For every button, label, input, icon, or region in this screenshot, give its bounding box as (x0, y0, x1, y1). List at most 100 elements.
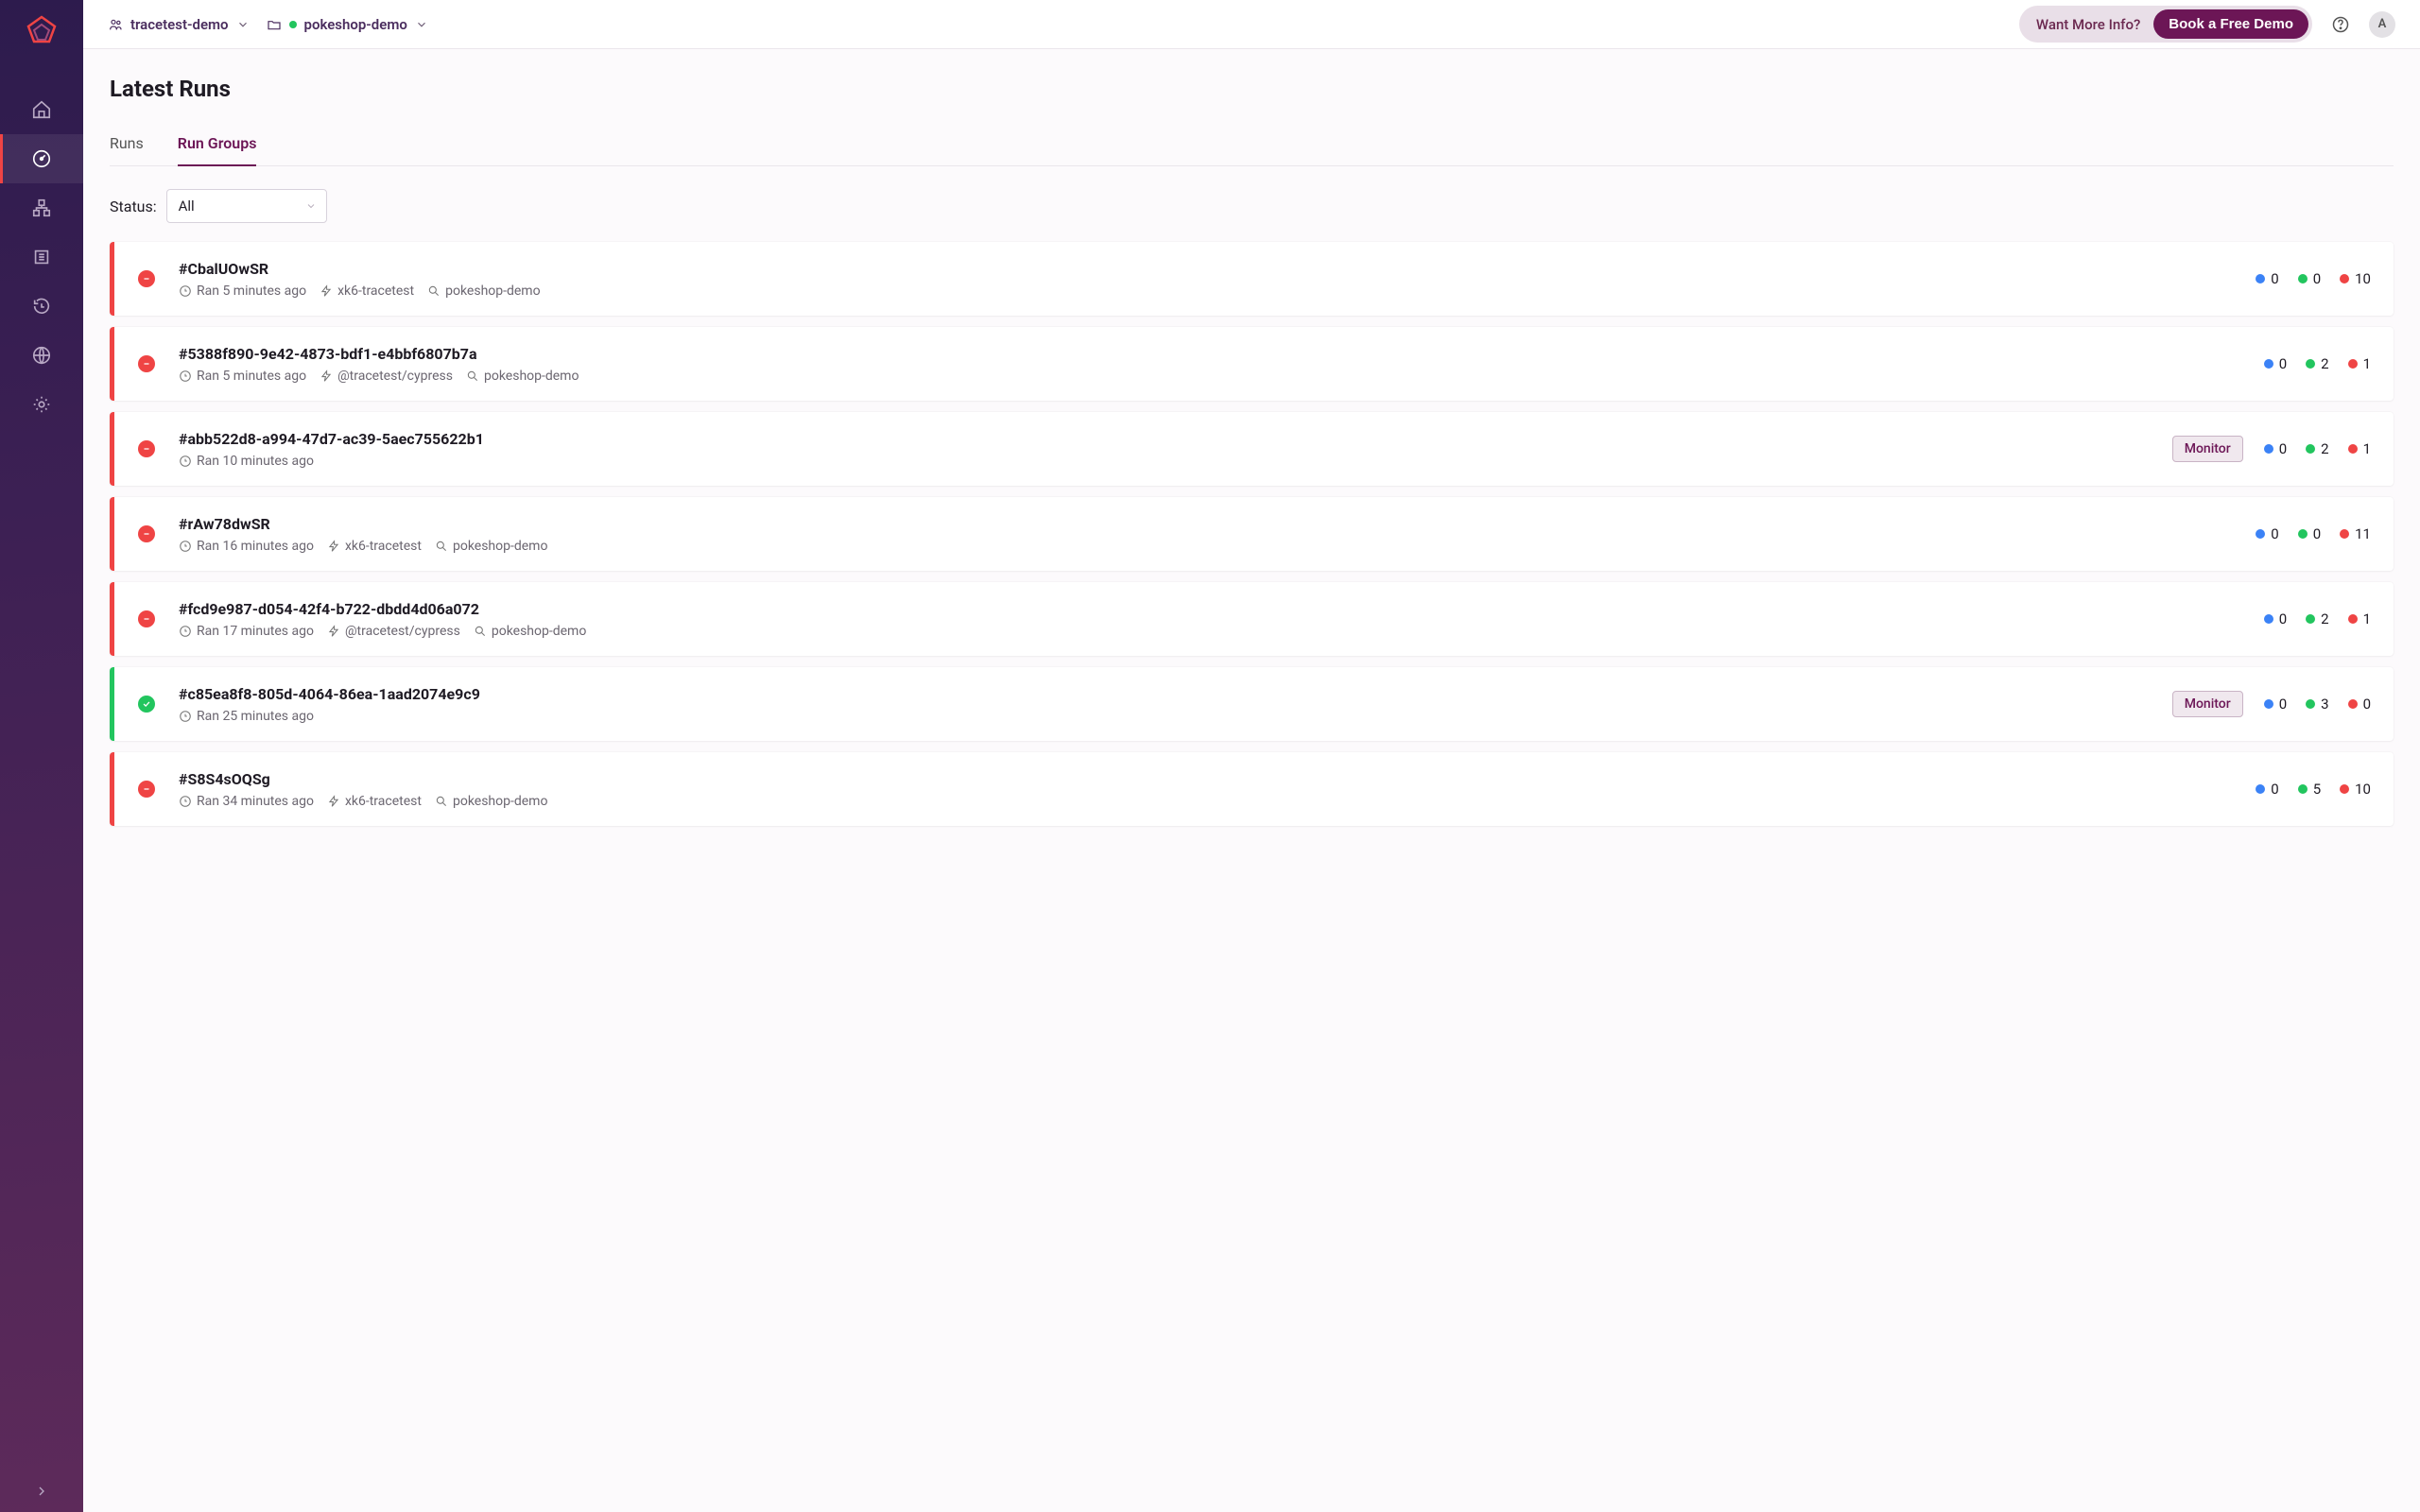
help-icon (2331, 15, 2350, 34)
minus-icon (138, 610, 155, 627)
book-demo-button[interactable]: Book a Free Demo (2153, 9, 2308, 39)
clock-icon (179, 369, 192, 383)
check-icon (138, 696, 155, 713)
bolt-icon (327, 795, 340, 808)
cta-more-info[interactable]: Want More Info? (2023, 10, 2153, 39)
gauge-icon (31, 148, 52, 169)
search-icon (435, 540, 448, 553)
count-fail: 10 (2340, 270, 2371, 287)
chevron-down-icon (305, 200, 317, 212)
app-logo[interactable] (23, 13, 60, 51)
sidebar-item-home[interactable] (0, 85, 83, 134)
run-card[interactable]: #rAw78dwSR Ran 16 minutes agoxk6-tracete… (110, 497, 2394, 571)
sidebar-expand-toggle[interactable] (0, 1484, 83, 1499)
run-meta: Ran 5 minutes agoxk6-tracetestpokeshop-d… (179, 284, 2256, 299)
run-counts: 0 5 10 (2256, 781, 2371, 798)
clock-icon (179, 540, 192, 553)
run-meta: Ran 17 minutes ago@tracetest/cypresspoke… (179, 624, 2264, 639)
clock-icon (179, 284, 192, 298)
run-status (114, 667, 179, 741)
run-status (114, 412, 179, 486)
run-body: #fcd9e987-d054-42f4-b722-dbdd4d06a072 Ra… (179, 582, 2264, 656)
run-counts: 0 0 11 (2256, 525, 2371, 542)
run-counts: 0 3 0 (2264, 696, 2371, 713)
run-meta: Ran 10 minutes ago (179, 454, 2172, 469)
run-body: #5388f890-9e42-4873-bdf1-e4bbf6807b7a Ra… (179, 327, 2264, 401)
sidebar-item-environments[interactable] (0, 331, 83, 380)
run-meta: Ran 16 minutes agoxk6-tracetestpokeshop-… (179, 539, 2256, 554)
run-counts: 0 0 10 (2256, 270, 2371, 287)
minus-icon (138, 781, 155, 798)
globe-icon (31, 345, 52, 366)
run-card[interactable]: #5388f890-9e42-4873-bdf1-e4bbf6807b7a Ra… (110, 327, 2394, 401)
sidebar-nav (0, 85, 83, 429)
tab-runs[interactable]: Runs (110, 125, 144, 165)
sidebar-item-runs[interactable] (0, 134, 83, 183)
chevron-down-icon (415, 18, 428, 31)
sidebar-item-settings[interactable] (0, 380, 83, 429)
run-badge: Monitor (2172, 436, 2243, 462)
count-pass: 2 (2306, 440, 2328, 457)
count-pass: 2 (2306, 610, 2328, 627)
search-icon (474, 625, 487, 638)
chevron-right-icon (34, 1484, 49, 1499)
run-card[interactable]: #S8S4sOQSg Ran 34 minutes agoxk6-tracete… (110, 752, 2394, 826)
run-card[interactable]: #c85ea8f8-805d-4064-86ea-1aad2074e9c9 Ra… (110, 667, 2394, 741)
org-icon (108, 17, 123, 32)
count-fail: 1 (2348, 610, 2371, 627)
run-card[interactable]: #CbalUOwSR Ran 5 minutes agoxk6-tracetes… (110, 242, 2394, 316)
bolt-icon (327, 625, 340, 638)
run-id: #fcd9e987-d054-42f4-b722-dbdd4d06a072 (179, 600, 2264, 618)
tab-run-groups[interactable]: Run Groups (178, 125, 257, 165)
page-title: Latest Runs (110, 76, 2394, 102)
run-id: #rAw78dwSR (179, 515, 2256, 533)
count-pass: 0 (2298, 525, 2321, 542)
help-button[interactable] (2329, 13, 2352, 36)
run-time: Ran 25 minutes ago (179, 709, 314, 724)
project-status-dot (289, 21, 297, 28)
run-source: xk6-tracetest (327, 539, 422, 554)
run-id: #abb522d8-a994-47d7-ac39-5aec755622b1 (179, 430, 2172, 448)
minus-icon (138, 525, 155, 542)
search-icon (435, 795, 448, 808)
bolt-icon (320, 369, 333, 383)
run-status (114, 752, 179, 826)
sidebar-item-tests[interactable] (0, 183, 83, 232)
run-right: 0 2 1 (2264, 582, 2394, 656)
run-body: #rAw78dwSR Ran 16 minutes agoxk6-tracete… (179, 497, 2256, 571)
tree-icon (31, 198, 52, 218)
run-time: Ran 34 minutes ago (179, 794, 314, 809)
topbar: tracetest-demo pokeshop-demo Want More I… (83, 0, 2420, 49)
bolt-icon (327, 540, 340, 553)
tabs: Runs Run Groups (110, 125, 2394, 166)
count-fail: 1 (2348, 355, 2371, 372)
status-select[interactable]: All (166, 189, 327, 223)
run-right: Monitor 0 2 1 (2172, 412, 2394, 486)
run-id: #c85ea8f8-805d-4064-86ea-1aad2074e9c9 (179, 685, 2172, 703)
sidebar-item-history[interactable] (0, 282, 83, 331)
count-fail: 1 (2348, 440, 2371, 457)
run-id: #CbalUOwSR (179, 260, 2256, 278)
home-icon (31, 99, 52, 120)
breadcrumb-project[interactable]: pokeshop-demo (267, 16, 428, 33)
run-right: Monitor 0 3 0 (2172, 667, 2394, 741)
breadcrumb-project-label: pokeshop-demo (304, 16, 407, 33)
count-pending: 0 (2264, 696, 2287, 713)
run-source: xk6-tracetest (327, 794, 422, 809)
count-pending: 0 (2256, 525, 2278, 542)
cta-group: Want More Info? Book a Free Demo (2019, 6, 2312, 43)
run-meta: Ran 34 minutes agoxk6-tracetestpokeshop-… (179, 794, 2256, 809)
minus-icon (138, 270, 155, 287)
run-card[interactable]: #fcd9e987-d054-42f4-b722-dbdd4d06a072 Ra… (110, 582, 2394, 656)
count-fail: 10 (2340, 781, 2371, 798)
run-env: pokeshop-demo (427, 284, 540, 299)
sidebar-item-suites[interactable] (0, 232, 83, 282)
run-body: #CbalUOwSR Ran 5 minutes agoxk6-tracetes… (179, 242, 2256, 316)
count-pass: 0 (2298, 270, 2321, 287)
run-card[interactable]: #abb522d8-a994-47d7-ac39-5aec755622b1 Ra… (110, 412, 2394, 486)
content-scroll[interactable]: Latest Runs RunsRun Groups Status: All #… (83, 49, 2420, 1512)
run-badge: Monitor (2172, 691, 2243, 717)
user-avatar[interactable]: A (2369, 11, 2395, 38)
count-fail: 11 (2340, 525, 2371, 542)
breadcrumb-org[interactable]: tracetest-demo (108, 16, 250, 33)
